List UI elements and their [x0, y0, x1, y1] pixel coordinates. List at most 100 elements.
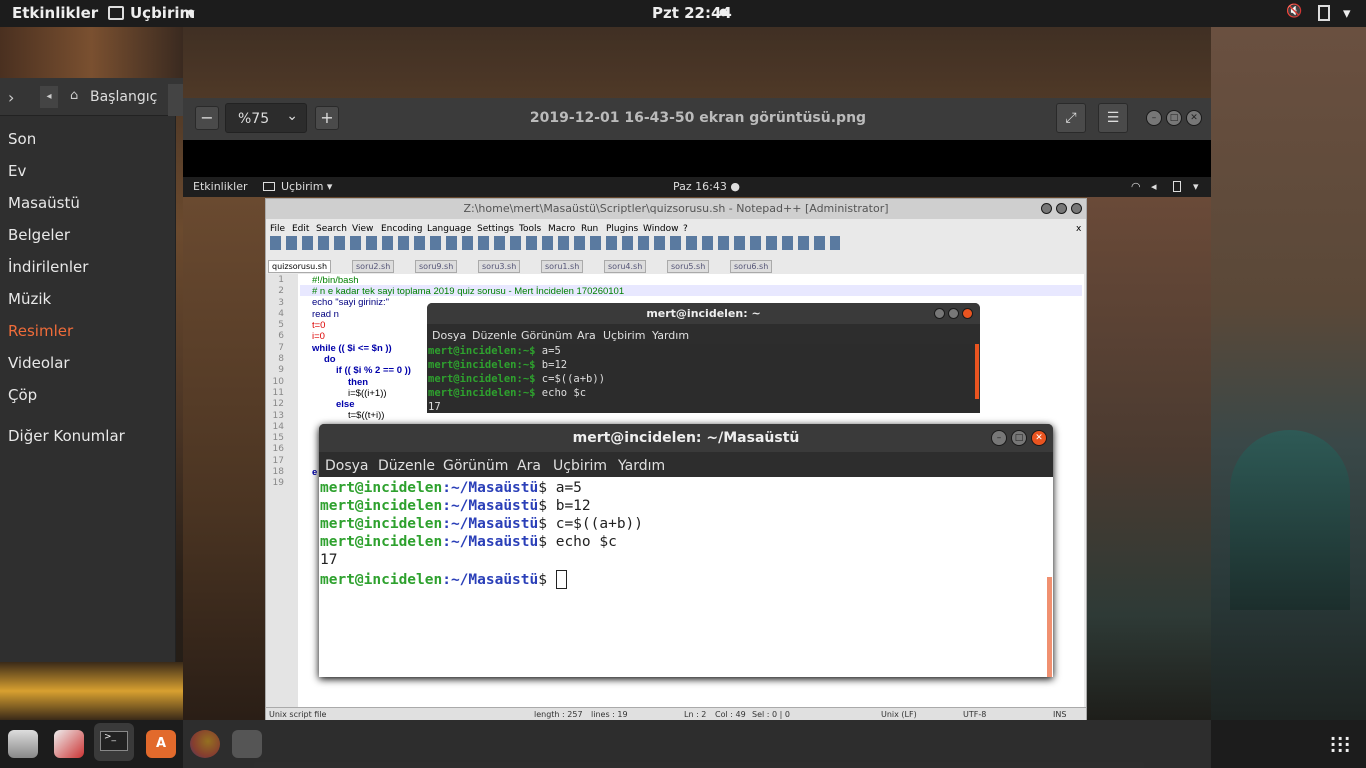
- npp-tab-active: quizsorusu.sh: [268, 260, 332, 273]
- screenshot-terminal-icon: [263, 182, 275, 191]
- npp-menu-language: Language: [427, 224, 472, 234]
- prompt-path: :~/Masaüstü: [442, 498, 539, 514]
- battery-icon[interactable]: [1318, 5, 1330, 21]
- activities-button[interactable]: Etkinlikler: [12, 4, 98, 22]
- menu-ara[interactable]: Ara: [517, 458, 541, 474]
- npp-maximize-button: [1056, 203, 1067, 214]
- npp-close-doc-icon: x: [1076, 224, 1082, 234]
- npp-menu-plugins: Plugins: [606, 224, 639, 234]
- sidebar-item-resimler[interactable]: Resimler: [8, 322, 73, 340]
- prompt-user: mert@incidelen: [320, 516, 443, 532]
- command: a=5: [555, 480, 582, 496]
- status-encoding: UTF-8: [963, 710, 987, 719]
- viewer-maximize-button[interactable]: □: [1166, 110, 1182, 126]
- npp-menu-macro: Macro: [548, 224, 576, 234]
- status-sel: Sel : 0 | 0: [752, 710, 790, 719]
- menu-dosya[interactable]: Dosya: [325, 458, 369, 474]
- top-bar: Etkinlikler Uçbirim ▾ Pzt 22:44 ● 🔇 ▾: [0, 0, 1366, 27]
- back-icon[interactable]: ◂: [40, 86, 58, 108]
- command: b=12: [541, 359, 568, 371]
- settings-app-icon[interactable]: [54, 730, 84, 758]
- files-app-icon[interactable]: [8, 730, 38, 758]
- status-ln: Ln : 2: [684, 710, 707, 719]
- prompt: mert@incidelen:~$: [428, 345, 536, 357]
- system-menu-arrow-icon[interactable]: ▾: [1343, 4, 1351, 22]
- menu-ucbirim[interactable]: Uçbirim: [553, 458, 607, 474]
- status-col: Col : 49: [715, 710, 746, 719]
- sidebar-toggle-icon[interactable]: ›: [8, 88, 14, 107]
- npp-tab: soru4.sh: [604, 260, 647, 273]
- breadcrumb-home[interactable]: Başlangıç: [90, 89, 157, 105]
- terminal-close-button[interactable]: ✕: [1031, 430, 1047, 446]
- menu-gorunum[interactable]: Görünüm: [443, 458, 508, 474]
- npp-menu-encoding: Encoding: [381, 224, 423, 234]
- code-line: e: [312, 467, 318, 478]
- terminal-maximize-button[interactable]: □: [1011, 430, 1027, 446]
- show-apps-icon[interactable]: ∙∙∙ ∙∙∙ ∙∙∙: [1330, 731, 1356, 759]
- viewer-close-button[interactable]: ✕: [1186, 110, 1202, 126]
- app-menu-button[interactable]: Uçbirim: [130, 4, 195, 22]
- npp-menu-help: ?: [683, 224, 688, 234]
- code-line: i=0: [312, 331, 325, 342]
- small-terminal-minimize: [934, 308, 945, 319]
- sidebar-item-videolar[interactable]: Videolar: [8, 354, 70, 372]
- screenshot-battery-icon: [1173, 181, 1181, 192]
- hamburger-menu-icon[interactable]: ☰: [1098, 103, 1128, 133]
- output: 17: [428, 401, 441, 413]
- viewer-minimize-button[interactable]: –: [1146, 110, 1162, 126]
- sidebar-item-diger-konumlar[interactable]: Diğer Konumlar: [8, 427, 125, 445]
- zoom-select[interactable]: %75 ⌄: [225, 103, 307, 133]
- screenshot-app-menu: Uçbirim ▾: [281, 180, 333, 193]
- sound-icon[interactable]: 🔇: [1286, 4, 1302, 19]
- fullscreen-icon[interactable]: ⤢: [1056, 103, 1086, 133]
- terminal-app-icon: >_: [100, 731, 128, 751]
- prompt: mert@incidelen:~$: [428, 373, 536, 385]
- dock: >_ A ∙∙∙ ∙∙∙ ∙∙∙: [0, 720, 1366, 768]
- small-menu-ara: Ara: [577, 329, 596, 342]
- notification-dot-icon: ●: [719, 7, 728, 18]
- npp-title: Z:\home\mert\Masaüstü\Scriptler\quizsoru…: [266, 199, 1086, 219]
- prompt: mert@incidelen:~$: [428, 359, 536, 371]
- sidebar-item-indirilenler[interactable]: İndirilenler: [8, 258, 88, 276]
- command: b=12: [555, 498, 591, 514]
- screenshot-activities: Etkinlikler: [193, 180, 248, 193]
- npp-menu-edit: Edit: [292, 224, 310, 234]
- terminal-scrollbar[interactable]: [1047, 577, 1052, 677]
- npp-menu-tools: Tools: [519, 224, 542, 234]
- npp-minimize-button: [1041, 203, 1052, 214]
- npp-menu-view: View: [352, 224, 374, 234]
- screenshot-wallpaper-right: [1087, 197, 1211, 720]
- sidebar-item-son[interactable]: Son: [8, 130, 36, 148]
- terminal-dock-item[interactable]: >_: [94, 723, 134, 761]
- zoom-in-button[interactable]: +: [315, 106, 339, 130]
- sidebar-item-masaustu[interactable]: Masaüstü: [8, 194, 80, 212]
- wallpaper-top: [0, 27, 183, 79]
- small-menu-duzenle: Düzenle: [472, 329, 517, 342]
- small-terminal-window: mert@incidelen: ~ Dosya Düzenle Görünüm …: [427, 303, 980, 413]
- code-line: if (( $i % 2 == 0 )): [336, 365, 411, 376]
- screenshot-sound-icon: ◂: [1151, 180, 1157, 193]
- sidebar-item-belgeler[interactable]: Belgeler: [8, 226, 70, 244]
- menu-yardim[interactable]: Yardım: [618, 458, 665, 474]
- files-sidebar: Son Ev Masaüstü Belgeler İndirilenler Mü…: [0, 116, 176, 662]
- small-terminal-scrollbar: [975, 344, 979, 399]
- terminal-minimize-button[interactable]: –: [991, 430, 1007, 446]
- sidebar-item-cop[interactable]: Çöp: [8, 386, 37, 404]
- status-ins: INS: [1053, 710, 1067, 719]
- npp-menu-settings: Settings: [477, 224, 514, 234]
- software-center-icon[interactable]: A: [146, 730, 176, 758]
- menu-duzenle[interactable]: Düzenle: [378, 458, 435, 474]
- sidebar-item-muzik[interactable]: Müzik: [8, 290, 51, 308]
- zoom-out-button[interactable]: −: [195, 106, 219, 130]
- npp-tab: soru5.sh: [667, 260, 710, 273]
- output: 17: [320, 552, 338, 568]
- sidebar-item-ev[interactable]: Ev: [8, 162, 26, 180]
- prompt-end: $: [538, 480, 547, 496]
- command: echo $c: [555, 534, 617, 550]
- breadcrumb-current-tab[interactable]: [168, 84, 183, 116]
- status-lines: lines : 19: [591, 710, 628, 719]
- viewer-canvas-top: [183, 140, 1211, 177]
- prompt-path: :~/Masaüstü: [442, 480, 539, 496]
- npp-tab: soru1.sh: [541, 260, 584, 273]
- npp-close-button: [1071, 203, 1082, 214]
